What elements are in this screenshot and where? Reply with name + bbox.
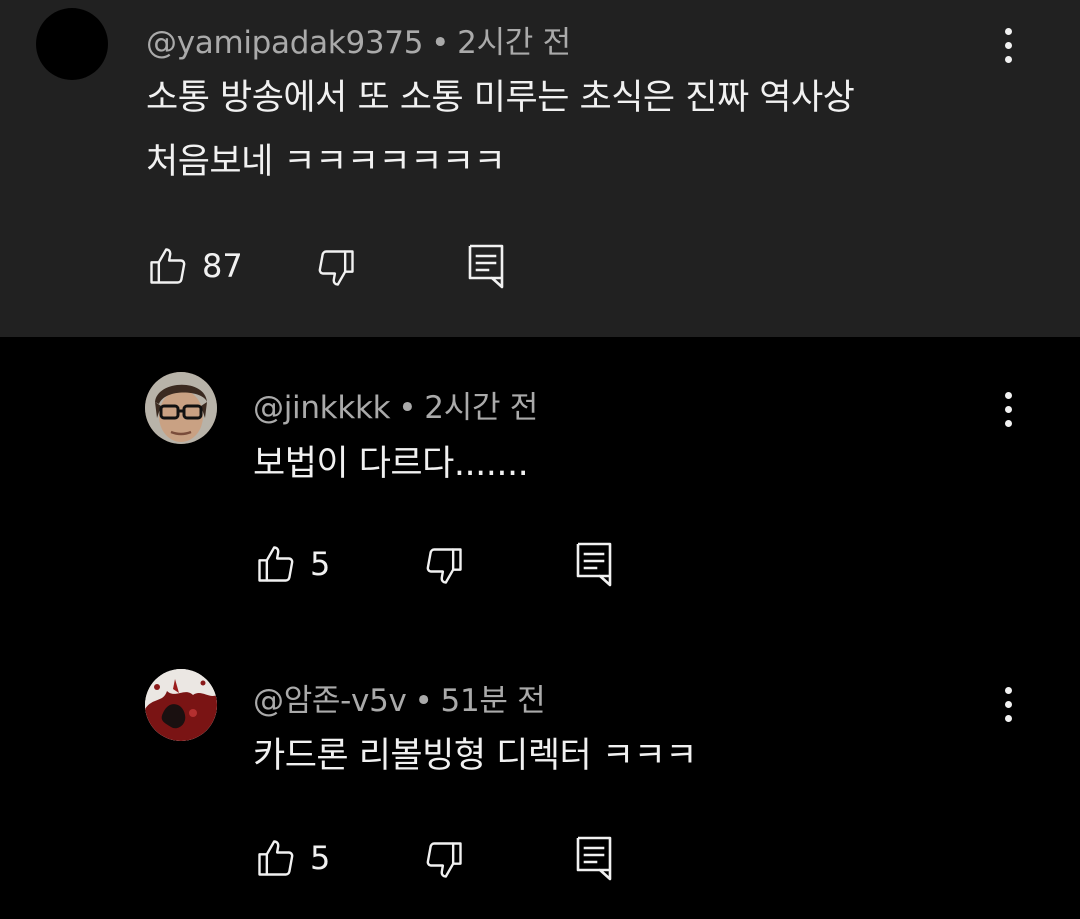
comment-text-line: 소통 방송에서 또 소통 미루는 초식은 진짜 역사상 bbox=[146, 78, 855, 118]
comment-text-line: 카드론 리볼빙형 디렉터 ㅋㅋㅋ bbox=[253, 736, 697, 776]
like-button[interactable]: 87 bbox=[146, 244, 243, 288]
avatar[interactable] bbox=[145, 669, 217, 741]
reply-button[interactable] bbox=[574, 540, 614, 588]
comment-author[interactable]: @jinkkkk bbox=[253, 390, 391, 426]
comment-card: @암존-v5v • 51분 전 카드론 리볼빙형 디렉터 ㅋㅋㅋ 5 bbox=[0, 627, 1080, 919]
thumbs-up-icon bbox=[258, 840, 294, 876]
avatar-image bbox=[145, 372, 217, 444]
avatar[interactable] bbox=[145, 372, 217, 444]
comment-time[interactable]: 2시간 전 bbox=[457, 25, 571, 61]
avatar[interactable] bbox=[36, 8, 108, 80]
dislike-button[interactable] bbox=[314, 246, 358, 290]
comment-text: 카드론 리볼빙형 디렉터 ㅋㅋㅋ bbox=[253, 724, 697, 788]
meta-separator: • bbox=[398, 390, 417, 426]
like-button[interactable]: 5 bbox=[254, 542, 330, 586]
thumbs-down-icon bbox=[318, 250, 354, 286]
avatar-image bbox=[145, 669, 217, 741]
dislike-button[interactable] bbox=[422, 544, 466, 588]
reply-icon bbox=[576, 836, 612, 881]
reply-button[interactable] bbox=[466, 242, 506, 290]
comment-meta: @jinkkkk • 2시간 전 bbox=[253, 382, 538, 427]
meta-separator: • bbox=[414, 683, 433, 719]
comment-time[interactable]: 2시간 전 bbox=[424, 390, 538, 426]
like-count: 5 bbox=[310, 545, 331, 583]
reply-icon bbox=[576, 542, 612, 587]
more-vertical-icon[interactable] bbox=[988, 385, 1028, 433]
comment-meta: @암존-v5v • 51분 전 bbox=[253, 675, 546, 720]
comment-meta: @yamipadak9375 • 2시간 전 bbox=[146, 17, 571, 62]
comment-text: 보법이 다르다....... bbox=[253, 432, 529, 496]
reply-button[interactable] bbox=[574, 834, 614, 882]
comment-card: @jinkkkk • 2시간 전 보법이 다르다....... 5 bbox=[0, 337, 1080, 627]
more-vertical-icon[interactable] bbox=[988, 680, 1028, 728]
more-vertical-icon[interactable] bbox=[988, 21, 1028, 69]
comment-author[interactable]: @암존-v5v bbox=[253, 683, 407, 719]
like-count: 87 bbox=[202, 247, 243, 285]
reply-icon bbox=[468, 244, 504, 289]
thumbs-up-icon bbox=[150, 248, 186, 284]
comment-author[interactable]: @yamipadak9375 bbox=[146, 25, 423, 61]
dislike-button[interactable] bbox=[422, 838, 466, 882]
comment-text-line: 보법이 다르다....... bbox=[253, 444, 529, 484]
meta-separator: • bbox=[431, 25, 450, 61]
comment-time[interactable]: 51분 전 bbox=[441, 683, 546, 719]
thumbs-down-icon bbox=[426, 548, 462, 584]
thumbs-up-icon bbox=[258, 546, 294, 582]
comment-text-line: 처음보네 ㅋㅋㅋㅋㅋㅋㅋ bbox=[146, 142, 506, 182]
comment-card: @yamipadak9375 • 2시간 전 소통 방송에서 또 소통 미루는 초식… bbox=[0, 0, 1080, 337]
like-count: 5 bbox=[310, 839, 331, 877]
comment-text: 소통 방송에서 또 소통 미루는 초식은 진짜 역사상 처음보네 ㅋㅋㅋㅋㅋㅋㅋ bbox=[146, 66, 855, 194]
thumbs-down-icon bbox=[426, 842, 462, 878]
like-button[interactable]: 5 bbox=[254, 836, 330, 880]
